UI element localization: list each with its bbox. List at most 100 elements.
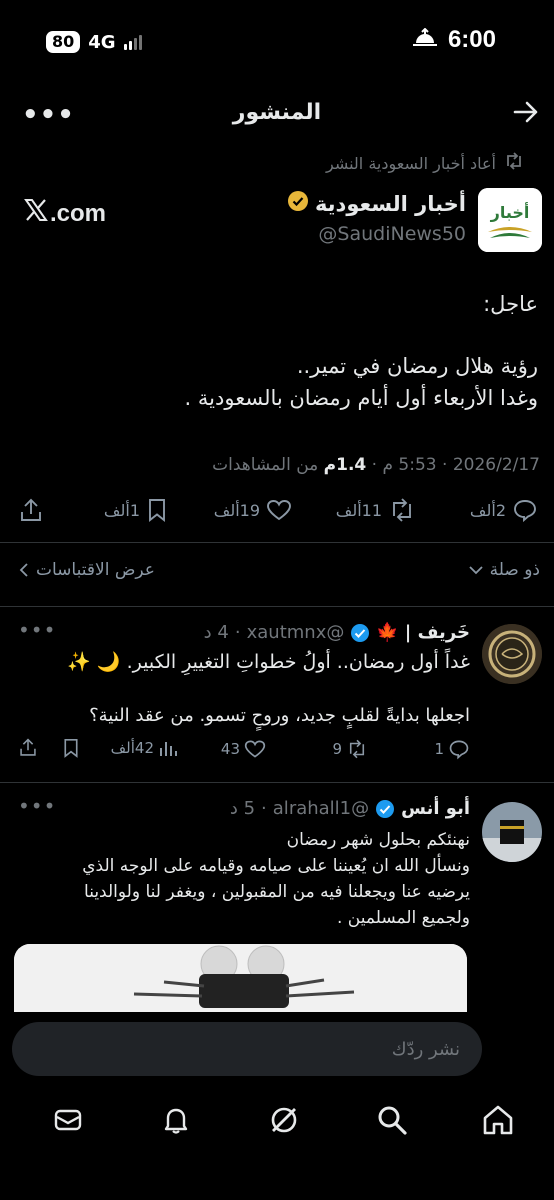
search-icon bbox=[378, 1106, 407, 1135]
repost-button[interactable]: 11ألف bbox=[336, 498, 416, 522]
reply-count: 2ألف bbox=[469, 500, 506, 520]
network-type: 4G bbox=[88, 31, 116, 53]
reply-button[interactable]: 1 bbox=[434, 738, 470, 760]
heart-icon bbox=[267, 500, 291, 521]
relevance-filter[interactable]: ذو صلة bbox=[468, 560, 540, 580]
sunrise-icon bbox=[412, 27, 438, 52]
bookmark-icon bbox=[64, 739, 78, 758]
home-indicator-area bbox=[0, 1150, 554, 1200]
post-header: ••• المنشور bbox=[0, 92, 554, 138]
share-icon bbox=[21, 498, 41, 521]
reply-input[interactable] bbox=[12, 1022, 482, 1076]
reply-count: 1 bbox=[434, 740, 444, 758]
source-link[interactable]: .com bbox=[24, 198, 106, 229]
reply-text-line: ولجميع المسلمين . bbox=[336, 908, 470, 928]
reply-text-line: يرضيه عنا ويجعلنا فيه من المقبولين ، ويغ… bbox=[84, 882, 470, 902]
reply-handle: @alrahall1 bbox=[272, 798, 370, 819]
post-actions: 2ألف 11ألف 19ألف 1ألف bbox=[0, 498, 554, 534]
reply-text-line: نهنئكم بحلول شهر رمضان bbox=[286, 830, 470, 850]
reply-media-image[interactable] bbox=[14, 944, 467, 1014]
replies-sort-bar: ذو صلة عرض الاقتباسات bbox=[0, 552, 554, 592]
repost-button[interactable]: 9 bbox=[332, 738, 368, 760]
repost-label: أعاد أخبار السعودية النشر bbox=[326, 153, 496, 173]
share-button[interactable] bbox=[18, 738, 38, 758]
author-handle: @SaudiNews50 bbox=[318, 223, 466, 245]
avatar[interactable] bbox=[482, 624, 542, 684]
post-author: أخبار أخبار السعودية @SaudiNews50 .com bbox=[12, 186, 542, 254]
bookmark-button[interactable]: 1ألف bbox=[104, 498, 168, 522]
quotes-label: عرض الاقتباسات bbox=[36, 560, 155, 580]
reply-author-name: خَريف | bbox=[404, 622, 470, 643]
nav-search[interactable] bbox=[372, 1100, 412, 1140]
svg-text:أخبار: أخبار bbox=[490, 202, 530, 222]
view-quotes-link[interactable]: عرض الاقتباسات bbox=[18, 560, 155, 580]
reply-composer[interactable] bbox=[12, 1022, 482, 1076]
reply-icon bbox=[514, 500, 536, 522]
nav-home[interactable] bbox=[478, 1100, 518, 1140]
post-time: 5:53 م bbox=[382, 455, 437, 475]
reply-age: 4 د bbox=[203, 622, 229, 643]
heart-icon bbox=[244, 740, 266, 758]
back-arrow-icon[interactable] bbox=[512, 98, 540, 130]
post-meta: 2026/2/17 · 5:53 م · 1.4م من المشاهدات bbox=[212, 455, 540, 475]
maple-leaf-emoji: 🍁 bbox=[376, 622, 399, 643]
like-count: 43 bbox=[220, 740, 240, 758]
clock: 6:00 bbox=[447, 26, 496, 53]
home-icon bbox=[483, 1105, 513, 1135]
more-options-icon[interactable]: ••• bbox=[18, 618, 56, 642]
filter-label: ذو صلة bbox=[489, 560, 540, 580]
chevron-down-icon bbox=[468, 566, 483, 575]
reply-text-line: غداً أول رمضان.. أولُ خطواتِ التغييرِ ال… bbox=[67, 651, 470, 673]
reply-item[interactable]: خَريف | 🍁 @xautmnx · 4 د ••• غداً أول رم… bbox=[0, 618, 554, 772]
views-label: من المشاهدات bbox=[212, 455, 319, 475]
nav-messages[interactable] bbox=[48, 1100, 88, 1140]
source-domain: .com bbox=[50, 199, 107, 227]
repost-indicator[interactable]: أعاد أخبار السعودية النشر bbox=[326, 152, 524, 174]
post-line: رؤية هلال رمضان في تمير.. bbox=[296, 354, 538, 378]
repost-count: 11ألف bbox=[335, 500, 382, 520]
author-name-row[interactable]: أخبار السعودية bbox=[287, 190, 466, 217]
nav-notifications[interactable] bbox=[156, 1100, 196, 1140]
more-options-icon[interactable]: ••• bbox=[18, 794, 56, 818]
share-button[interactable] bbox=[18, 498, 44, 524]
bookmark-count: 1ألف bbox=[103, 500, 140, 520]
bookmark-icon bbox=[149, 499, 165, 522]
mail-icon bbox=[54, 1109, 82, 1131]
reply-button[interactable]: 2ألف bbox=[470, 498, 538, 522]
author-name: أخبار السعودية bbox=[314, 191, 466, 216]
views-count: 42ألف bbox=[110, 739, 154, 757]
verified-gold-icon bbox=[287, 190, 309, 217]
reply-header: أبو أنس @alrahall1 · 5 د bbox=[229, 798, 470, 819]
repost-icon bbox=[393, 498, 411, 522]
avatar[interactable]: أخبار bbox=[478, 188, 542, 252]
views-button[interactable]: 42ألف bbox=[111, 738, 178, 758]
reply-actions: 1 9 43 42ألف bbox=[0, 738, 554, 768]
reply-author-name: أبو أنس bbox=[401, 798, 470, 819]
chevron-left-icon bbox=[19, 563, 28, 577]
bookmark-button[interactable] bbox=[62, 738, 80, 758]
post-text: عاجل: رؤية هلال رمضان في تمير.. وغدا الأ… bbox=[18, 288, 538, 414]
reply-icon bbox=[449, 740, 469, 760]
status-bar: 80 4G 6:00 bbox=[0, 0, 554, 84]
verified-blue-icon bbox=[351, 623, 370, 642]
page-title: المنشور bbox=[232, 100, 322, 125]
reply-text-line: اجعلها بدايةً لقلبٍ جديد، وروحٍ تسمو. من… bbox=[89, 705, 470, 726]
repost-count: 9 bbox=[332, 740, 342, 758]
verified-blue-icon bbox=[376, 799, 395, 818]
bottom-navigation bbox=[0, 1088, 554, 1148]
avatar[interactable] bbox=[482, 802, 542, 862]
post-views: 1.4م bbox=[323, 455, 367, 475]
repost-icon bbox=[504, 152, 524, 174]
reply-composer-bar bbox=[0, 1012, 554, 1082]
views-icon bbox=[160, 742, 177, 756]
post-line: وغدا الأربعاء أول أيام رمضان بالسعودية . bbox=[184, 386, 538, 410]
x-logo-icon bbox=[24, 198, 48, 229]
bell-icon bbox=[164, 1108, 188, 1134]
battery-indicator: 80 bbox=[46, 31, 81, 53]
like-count: 19ألف bbox=[213, 500, 260, 520]
like-button[interactable]: 19ألف bbox=[214, 498, 292, 522]
like-button[interactable]: 43 bbox=[221, 738, 266, 760]
post-line: عاجل: bbox=[483, 292, 538, 316]
nav-grok[interactable] bbox=[264, 1100, 304, 1140]
signal-icon bbox=[123, 34, 142, 50]
